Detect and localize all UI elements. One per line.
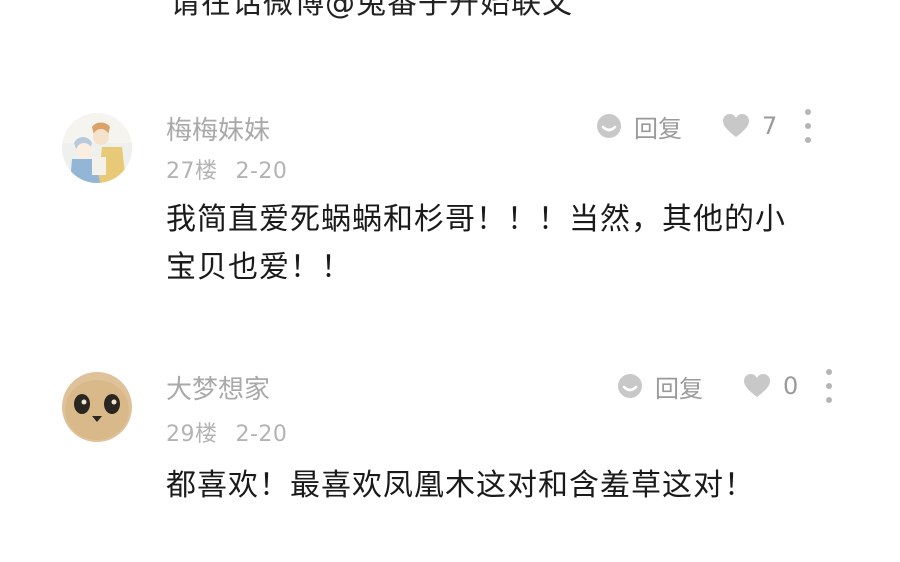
comment-meta: 27楼 2-20 [166, 153, 287, 185]
comment-text-line: 宝贝也爱！！ [166, 250, 352, 285]
avatar-panda-image [62, 372, 132, 442]
comment-text-line: 都喜欢！最喜欢凤凰木这对和含羞草这对！ [166, 468, 755, 503]
avatar[interactable] [62, 113, 132, 183]
like-count: 7 [762, 112, 778, 140]
comment-text-line: 我简直爱死蜗蜗和杉哥！！！当然，其他的小 [166, 202, 786, 237]
comment-date: 2-20 [235, 159, 288, 184]
username[interactable]: 梅梅妹妹 [166, 110, 270, 147]
reply-bubble-icon [597, 114, 621, 138]
avatar[interactable] [62, 372, 132, 442]
comment-text: 都喜欢！最喜欢凤凰木这对和含羞草这对！ [166, 462, 755, 510]
reply-button[interactable]: 回复 [617, 369, 703, 404]
like-count: 0 [783, 372, 799, 400]
comment-date: 2-20 [235, 422, 288, 447]
reply-button[interactable]: 回复 [596, 109, 682, 144]
reply-label: 回复 [634, 114, 682, 143]
comment-text: 我简直爱死蜗蜗和杉哥！！！当然，其他的小 宝贝也爱！！ [166, 196, 786, 292]
comment-actions: 回复 0 [617, 366, 836, 406]
avatar-anime-image [62, 113, 132, 183]
floor-number: 27楼 [166, 159, 218, 184]
heart-icon [744, 374, 770, 397]
like-button[interactable]: 0 [743, 372, 798, 400]
heart-icon [723, 114, 749, 137]
reply-bubble-icon [618, 374, 642, 398]
more-options-icon[interactable] [801, 109, 815, 143]
floor-number: 29楼 [166, 422, 218, 447]
previous-comment-text: 请在话微博@兔番子开始联文 [170, 0, 573, 21]
comment-actions: 回复 7 [596, 106, 815, 146]
more-options-icon[interactable] [822, 369, 836, 403]
comment-meta: 29楼 2-20 [166, 416, 287, 448]
like-button[interactable]: 7 [722, 112, 777, 140]
reply-label: 回复 [655, 374, 703, 403]
username[interactable]: 大梦想家 [166, 369, 270, 406]
